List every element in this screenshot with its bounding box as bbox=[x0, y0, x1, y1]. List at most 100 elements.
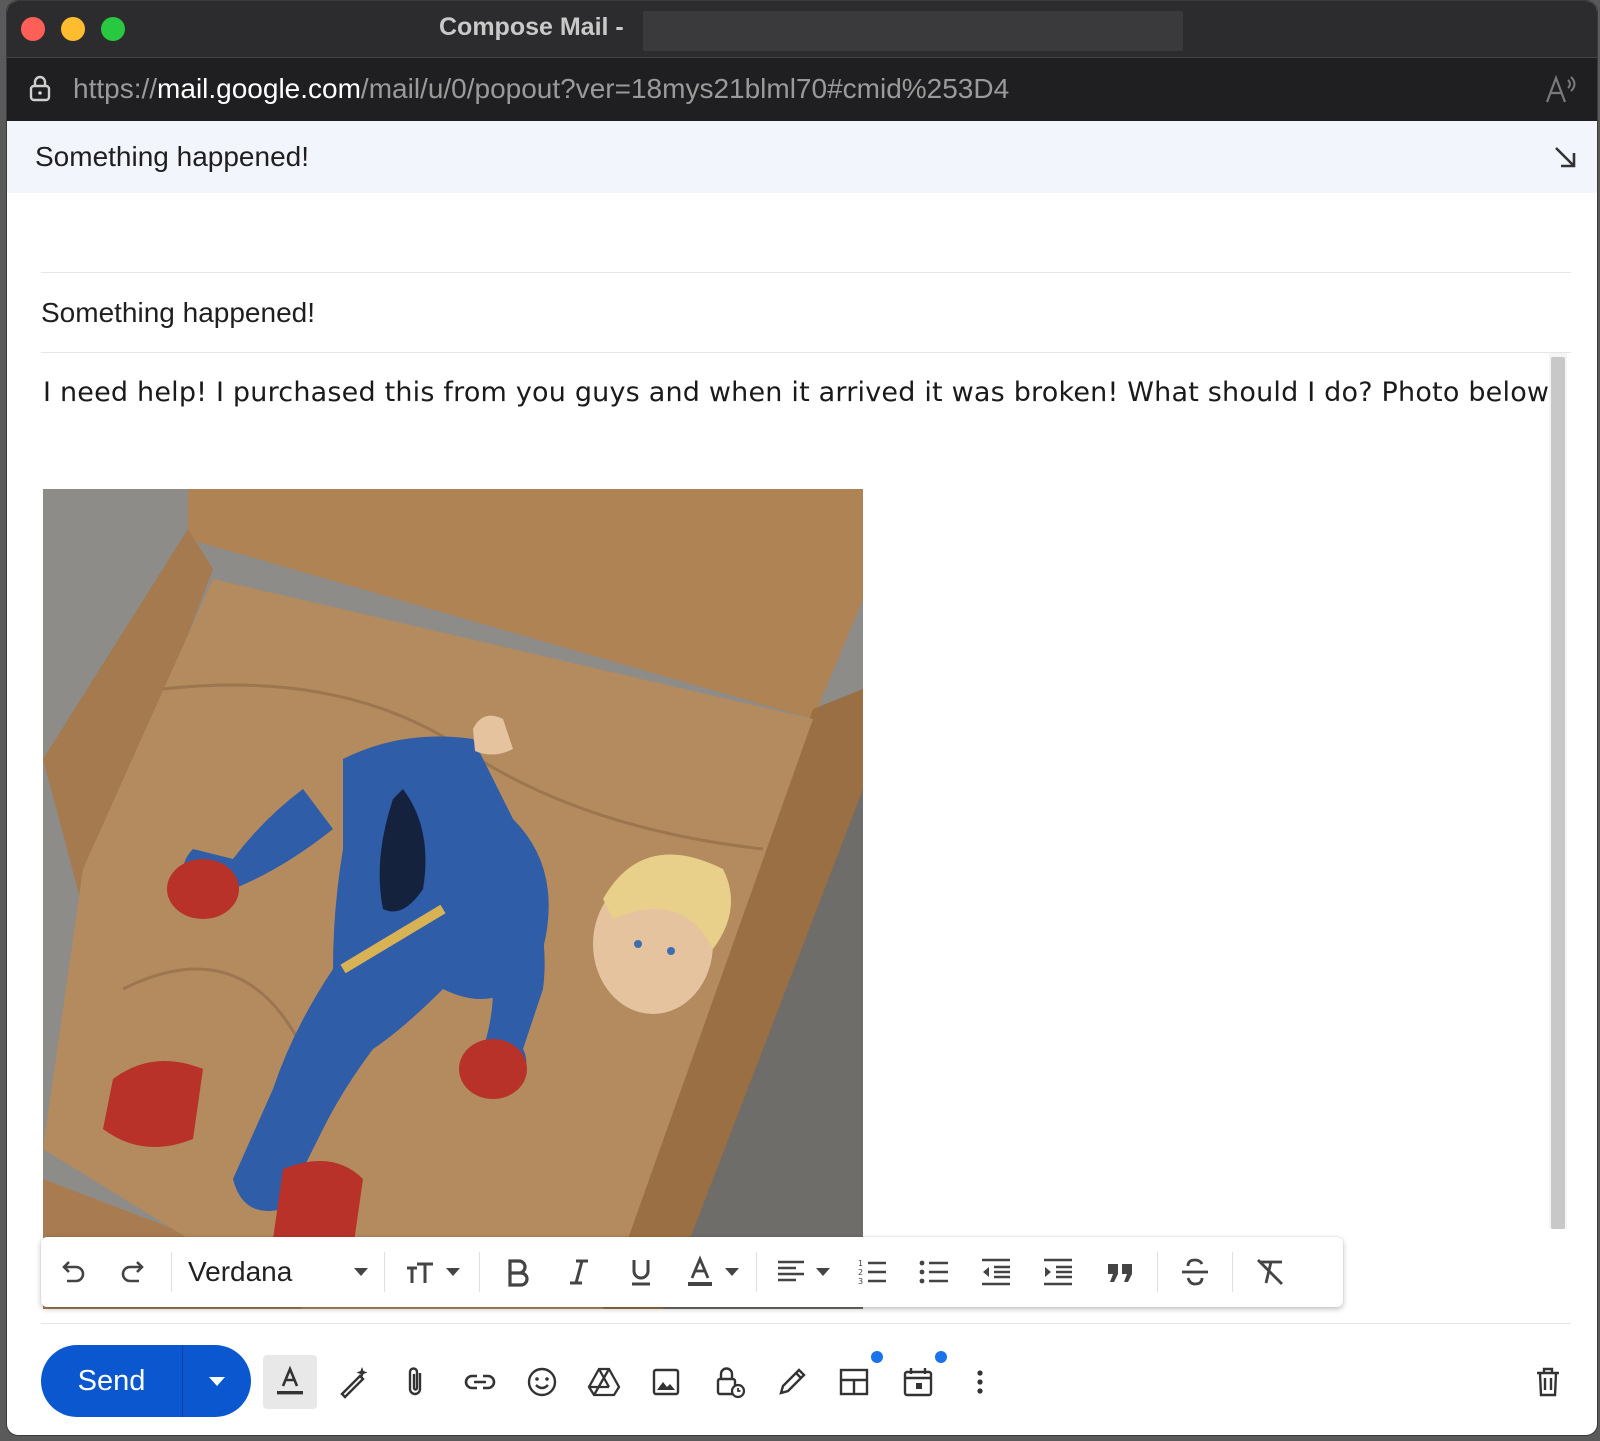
maximize-window-button[interactable] bbox=[101, 17, 125, 41]
svg-text:2: 2 bbox=[858, 1268, 863, 1277]
compose-header-title: Something happened! bbox=[35, 141, 309, 172]
chevron-down-icon bbox=[209, 1376, 225, 1386]
chevron-down-icon bbox=[725, 1268, 739, 1276]
font-select[interactable]: Verdana bbox=[178, 1244, 378, 1300]
indent-less-icon bbox=[982, 1258, 1010, 1286]
align-button[interactable] bbox=[763, 1244, 841, 1300]
url-bar: https://mail.google.com/mail/u/0/popout?… bbox=[7, 57, 1597, 121]
undo-button[interactable] bbox=[41, 1244, 103, 1300]
compose-header: Something happened! bbox=[7, 121, 1597, 193]
confidential-mode-button[interactable] bbox=[703, 1355, 757, 1409]
schedule-button[interactable] bbox=[891, 1351, 947, 1409]
url-prefix: https:// bbox=[73, 73, 158, 104]
help-me-write-icon bbox=[340, 1367, 368, 1399]
strikethrough-icon bbox=[1182, 1258, 1208, 1286]
redo-button[interactable] bbox=[103, 1244, 165, 1300]
lock-icon bbox=[29, 75, 51, 102]
bold-button[interactable] bbox=[486, 1244, 548, 1300]
underline-button[interactable] bbox=[610, 1244, 672, 1300]
italic-icon bbox=[570, 1259, 588, 1285]
url-domain: mail.google.com bbox=[157, 73, 361, 104]
numbered-list-icon: 123 bbox=[858, 1259, 886, 1286]
bulleted-list-button[interactable] bbox=[903, 1244, 965, 1300]
subject-text: Something happened! bbox=[41, 297, 315, 328]
text-color-button[interactable] bbox=[672, 1244, 750, 1300]
insert-photo-button[interactable] bbox=[639, 1355, 693, 1409]
title-bar: Compose Mail - bbox=[7, 1, 1597, 57]
layouts-button[interactable] bbox=[827, 1351, 883, 1409]
delete-icon bbox=[1537, 1367, 1559, 1397]
undo-icon bbox=[62, 1261, 85, 1283]
numbered-list-button[interactable]: 123 bbox=[841, 1244, 903, 1300]
inline-photo[interactable] bbox=[43, 489, 863, 1309]
bold-icon bbox=[508, 1259, 529, 1287]
url-text[interactable]: https://mail.google.com/mail/u/0/popout?… bbox=[73, 73, 1009, 105]
photo-icon bbox=[652, 1368, 680, 1396]
bottom-divider bbox=[41, 1323, 1571, 1324]
toolbar-separator bbox=[1157, 1252, 1158, 1292]
remove-formatting-button[interactable] bbox=[1239, 1244, 1301, 1300]
more-options-icon bbox=[977, 1370, 983, 1394]
emoji-icon bbox=[527, 1367, 557, 1397]
indent-more-button[interactable] bbox=[1027, 1244, 1089, 1300]
insert-signature-button[interactable] bbox=[765, 1355, 819, 1409]
close-window-button[interactable] bbox=[21, 17, 45, 41]
formatting-toolbar: Verdana 123 bbox=[41, 1237, 1343, 1307]
toolbar-separator bbox=[171, 1252, 172, 1292]
font-size-button[interactable] bbox=[391, 1244, 473, 1300]
send-options-button[interactable] bbox=[183, 1345, 251, 1417]
redacted-title-area bbox=[643, 11, 1183, 51]
formatting-options-icon bbox=[277, 1365, 303, 1395]
new-feature-dot bbox=[871, 1351, 883, 1363]
svg-text:1: 1 bbox=[858, 1259, 863, 1268]
message-body[interactable]: I need help! I purchased this from you g… bbox=[41, 353, 1551, 1313]
italic-button[interactable] bbox=[548, 1244, 610, 1300]
minimize-window-button[interactable] bbox=[61, 17, 85, 41]
chevron-down-icon bbox=[816, 1268, 830, 1276]
bottom-toolbar: Send bbox=[7, 1325, 1597, 1435]
exit-fullscreen-icon[interactable] bbox=[1549, 141, 1581, 173]
url-path: /mail/u/0/popout?ver=18mys21blml70#cmid%… bbox=[360, 73, 1010, 104]
broken-figure-photo bbox=[43, 489, 863, 1309]
more-options-button[interactable] bbox=[953, 1355, 1007, 1409]
toolbar-separator bbox=[479, 1252, 480, 1292]
recipients-field[interactable] bbox=[41, 193, 1571, 273]
redo-icon bbox=[121, 1261, 144, 1283]
bulleted-list-icon bbox=[919, 1260, 948, 1284]
link-icon bbox=[464, 1374, 496, 1390]
compose-window: Compose Mail - https://mail.google.com/m… bbox=[6, 0, 1598, 1436]
attach-button[interactable] bbox=[389, 1355, 443, 1409]
insert-link-button[interactable] bbox=[453, 1355, 507, 1409]
quote-button[interactable] bbox=[1089, 1244, 1151, 1300]
quote-icon bbox=[1108, 1264, 1132, 1282]
drive-icon bbox=[587, 1367, 621, 1397]
chevron-down-icon bbox=[354, 1268, 368, 1276]
send-button[interactable]: Send bbox=[41, 1345, 183, 1417]
body-text: I need help! I purchased this from you g… bbox=[43, 377, 1551, 408]
layouts-icon bbox=[839, 1368, 869, 1396]
indent-less-button[interactable] bbox=[965, 1244, 1027, 1300]
toolbar-separator bbox=[1232, 1252, 1233, 1292]
insert-drive-button[interactable] bbox=[577, 1355, 631, 1409]
reader-aloud-icon[interactable] bbox=[1543, 72, 1579, 108]
discard-draft-button[interactable] bbox=[1521, 1355, 1575, 1409]
remove-formatting-icon bbox=[1257, 1259, 1283, 1285]
help-me-write-button[interactable] bbox=[327, 1355, 381, 1409]
formatting-options-button[interactable] bbox=[263, 1355, 317, 1409]
font-size-icon bbox=[407, 1262, 433, 1283]
new-feature-dot bbox=[935, 1351, 947, 1363]
send-button-group: Send bbox=[41, 1345, 251, 1417]
align-icon bbox=[778, 1260, 804, 1282]
text-color-icon bbox=[688, 1255, 712, 1286]
confidential-mode-icon bbox=[716, 1367, 746, 1399]
signature-icon bbox=[779, 1368, 806, 1395]
toolbar-separator bbox=[384, 1252, 385, 1292]
attach-icon bbox=[408, 1367, 422, 1396]
underline-icon bbox=[632, 1260, 650, 1286]
strikethrough-button[interactable] bbox=[1164, 1244, 1226, 1300]
scrollbar-thumb[interactable] bbox=[1551, 357, 1565, 1229]
subject-field[interactable]: Something happened! bbox=[41, 273, 1571, 353]
insert-emoji-button[interactable] bbox=[515, 1355, 569, 1409]
toolbar-separator bbox=[756, 1252, 757, 1292]
svg-text:3: 3 bbox=[858, 1277, 863, 1286]
